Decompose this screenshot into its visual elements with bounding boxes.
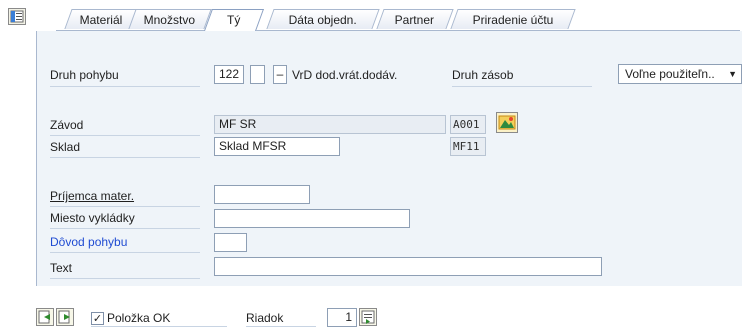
label-underline	[452, 86, 592, 87]
polozka-ok-checkbox[interactable]: ✓	[91, 312, 104, 325]
miesto-vykladky-field[interactable]	[214, 209, 410, 228]
tab-priradenie-uctu[interactable]: Priradenie účtu	[450, 9, 576, 29]
prijemca-label: Príjemca mater.	[50, 189, 135, 203]
goto-line-icon	[361, 310, 375, 324]
text-field[interactable]	[214, 257, 602, 276]
movement-indicator-field[interactable]: –	[273, 65, 287, 84]
label-underline	[50, 157, 200, 158]
label-underline	[50, 135, 200, 136]
goto-row-button[interactable]	[359, 308, 377, 326]
tab-bar: Materiál Množstvo Tý Dáta objedn. Partne…	[56, 9, 740, 31]
sklad-field[interactable]: Sklad MFSR	[214, 137, 340, 156]
label-underline	[50, 278, 200, 279]
tab-label: Tý	[227, 13, 241, 27]
riadok-field[interactable]: 1	[327, 308, 357, 327]
druh-pohybu-field[interactable]: 122	[214, 65, 244, 84]
special-stock-field[interactable]	[250, 65, 265, 84]
druh-zasob-value: Voľne použiteľn..	[625, 67, 715, 81]
tab-label: Partner	[394, 13, 435, 27]
dovod-pohybu-label: Dôvod pohybu	[50, 235, 128, 249]
tab-material[interactable]: Materiál	[64, 9, 138, 29]
tab-label: Materiál	[79, 13, 122, 27]
plant-overview-button[interactable]	[496, 112, 518, 133]
miesto-vykladky-label: Miesto vykládky	[50, 211, 135, 225]
label-underline	[50, 228, 200, 229]
tab-label: Priradenie účtu	[472, 13, 553, 27]
arrow-right-icon	[58, 310, 70, 324]
mountain-icon	[498, 115, 516, 130]
zavod-name-field: MF SR	[214, 115, 446, 134]
riadok-label: Riadok	[246, 311, 284, 325]
prijemca-field[interactable]	[214, 185, 310, 204]
tab-data-objedn[interactable]: Dáta objedn.	[266, 9, 380, 29]
dovod-pohybu-field[interactable]	[214, 233, 247, 252]
druh-zasob-dropdown[interactable]: Voľne použiteľn.. ▼	[618, 64, 742, 84]
chevron-down-icon: ▼	[728, 69, 737, 79]
label-underline	[50, 206, 200, 207]
zavod-label: Závod	[50, 118, 84, 132]
previous-item-button[interactable]	[36, 308, 54, 326]
movement-text: VrD dod.vrát.dodáv.	[292, 68, 398, 82]
layout-icon[interactable]	[8, 8, 26, 25]
tab-partner[interactable]: Partner	[376, 9, 454, 29]
arrow-left-icon	[38, 310, 50, 324]
label-underline	[91, 326, 227, 327]
zavod-code-field: A001	[450, 115, 486, 134]
druh-pohybu-label: Druh pohybu	[50, 68, 119, 82]
next-item-button[interactable]	[56, 308, 74, 326]
tab-label: Množstvo	[143, 13, 196, 27]
label-underline	[50, 252, 200, 253]
tab-label: Dáta objedn.	[288, 13, 357, 27]
label-underline	[246, 326, 316, 327]
sklad-label: Sklad	[50, 140, 81, 154]
label-underline	[50, 86, 200, 87]
druh-zasob-label: Druh zásob	[452, 68, 514, 82]
sklad-code-field: MF11	[450, 137, 486, 156]
tab-ty[interactable]: Tý	[203, 9, 265, 31]
text-label: Text	[50, 261, 73, 275]
polozka-ok-label: Položka OK	[107, 311, 171, 325]
tab-mnozstvo[interactable]: Množstvo	[128, 9, 212, 29]
